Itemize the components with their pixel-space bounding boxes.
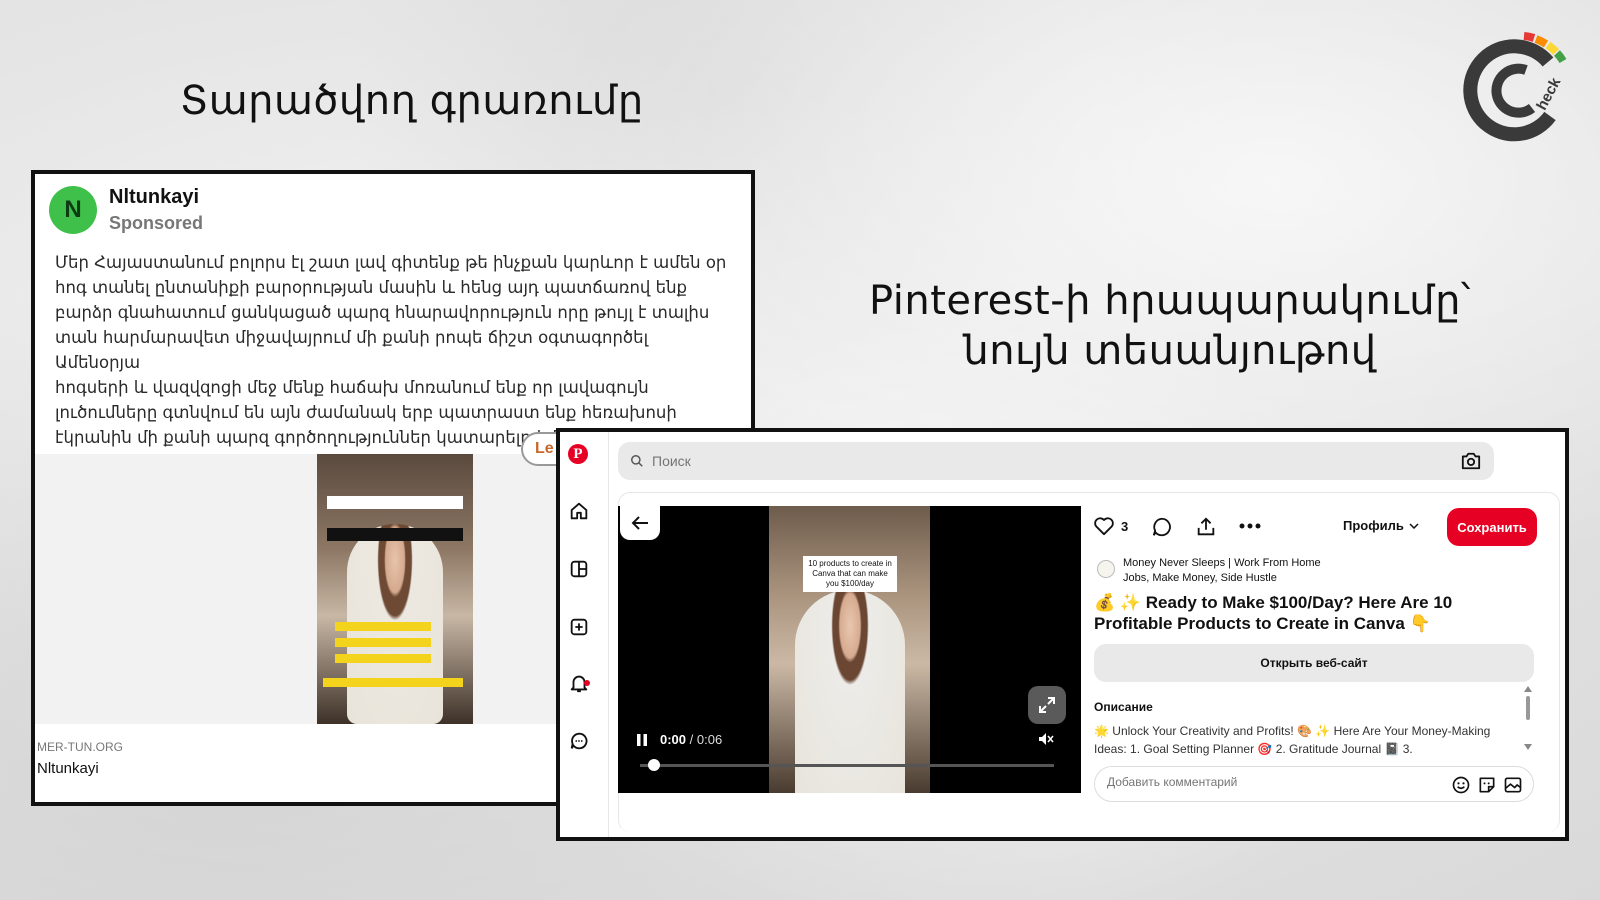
more-options-icon[interactable] <box>1239 522 1261 530</box>
svg-text:heck: heck <box>1533 74 1564 113</box>
video-time: 0:00 / 0:06 <box>660 732 722 747</box>
video-scrubber-handle[interactable] <box>648 759 661 771</box>
pause-icon[interactable] <box>636 733 648 747</box>
arrow-left-icon <box>631 516 648 530</box>
pinterest-window: P 10 products to create in Canva that ca… <box>556 428 1569 841</box>
like-button[interactable]: 3 <box>1093 516 1128 536</box>
video-person-image <box>795 590 905 793</box>
fb-ad-footer-name[interactable]: Nltunkayi <box>37 760 99 777</box>
home-icon[interactable] <box>568 500 590 522</box>
author-name-line1[interactable]: Money Never Sleeps | Work From Home <box>1123 556 1383 571</box>
fb-ad-domain[interactable]: MER-TUN.ORG <box>37 740 123 754</box>
author-name-line2[interactable]: Jobs, Make Money, Side Hustle <box>1123 571 1383 586</box>
check-logo-icon: heck <box>1463 32 1567 142</box>
fb-ad-body-line: Մեր Հայաստանում բոլորս էլ շատ լավ գիտենք… <box>55 253 727 272</box>
share-icon[interactable] <box>1195 516 1217 538</box>
create-icon[interactable] <box>568 616 590 638</box>
fb-ad-video-thumbnail[interactable] <box>317 454 473 724</box>
description-text: 🌟 Unlock Your Creativity and Profits! 🎨 … <box>1094 724 1491 756</box>
search-icon <box>631 455 643 467</box>
pin-action-bar: 3 Профиль Сохранить <box>1093 508 1549 548</box>
heading-spreading-post: Տարածվող գրառումը <box>180 78 644 124</box>
notification-dot <box>584 680 590 686</box>
video-caption: 10 products to create in Canva that can … <box>803 556 897 592</box>
image-upload-icon[interactable] <box>1503 775 1523 795</box>
heading-pinterest-post: Pinterest-ի հրապարակումը՝ նույն տեսանյու… <box>850 276 1490 376</box>
like-count: 3 <box>1121 518 1129 534</box>
comment-box[interactable] <box>1094 766 1534 802</box>
fullscreen-button[interactable] <box>1028 686 1066 724</box>
fb-thumb-highlight <box>335 654 431 663</box>
fb-ad-header: N Nltunkayi Sponsored <box>49 186 203 234</box>
chevron-down-icon <box>1409 522 1419 529</box>
description-scrollbar[interactable] <box>1524 686 1532 756</box>
pin-video-frame: 10 products to create in Canva that can … <box>769 506 930 793</box>
video-progress-bar[interactable] <box>640 764 1054 767</box>
pin-author[interactable]: Money Never Sleeps | Work From Home Jobs… <box>1097 556 1383 586</box>
messages-icon[interactable] <box>568 730 590 752</box>
fb-ad-body-line: բարձր գնահատում ցանկացած պարզ հնարավորու… <box>55 303 710 322</box>
save-button[interactable]: Сохранить <box>1447 508 1537 546</box>
fb-thumb-highlight <box>335 638 431 647</box>
fb-ad-body-line: տան հարմարավետ միջավայրում մի քանի րոպե … <box>55 328 649 372</box>
profile-dropdown[interactable]: Профиль <box>1343 518 1419 533</box>
fb-thumb-highlight <box>323 678 463 687</box>
video-time-separator: / <box>686 732 697 747</box>
sponsored-label: Sponsored <box>109 213 204 233</box>
avatar[interactable]: N <box>49 186 97 234</box>
fb-thumb-highlight <box>335 622 431 631</box>
pinterest-sidebar: P <box>560 432 600 837</box>
mute-icon[interactable] <box>1038 732 1054 746</box>
explore-icon[interactable] <box>568 558 590 580</box>
heart-icon <box>1094 517 1114 536</box>
visual-search-camera-icon[interactable] <box>1460 451 1482 471</box>
fb-thumb-caption-dark <box>327 528 463 541</box>
pin-video-player[interactable]: 10 products to create in Canva that can … <box>618 506 1081 793</box>
heading-pinterest-line2: նույն տեսանյութով <box>963 328 1377 374</box>
description-label: Описание <box>1094 700 1153 714</box>
scroll-down-icon[interactable] <box>1524 744 1532 750</box>
comment-input[interactable] <box>1107 775 1407 789</box>
video-time-total: 0:06 <box>696 732 723 747</box>
fb-thumb-caption <box>327 496 463 509</box>
sidebar-divider <box>608 432 609 837</box>
profile-label: Профиль <box>1343 518 1404 533</box>
pin-title: 💰 ✨ Ready to Make $100/Day? Here Are 10 … <box>1094 593 1453 633</box>
open-website-button[interactable]: Открыть веб-сайт <box>1094 644 1534 682</box>
scrollbar-thumb[interactable] <box>1526 696 1530 720</box>
fb-ad-body-line: հոգսերի և վազվզոցի մեջ մենք հաճախ մոռանո… <box>55 378 649 397</box>
fb-ad-body-line: լուծումները գտնվում են այն ժամանակ երբ պ… <box>55 403 677 422</box>
fb-ad-body-line: հոգ տանել ընտանիքի բարօրության մասին և հ… <box>55 278 688 297</box>
heading-pinterest-line1: Pinterest-ի հրապարակումը՝ <box>869 278 1471 324</box>
search-input[interactable] <box>652 453 1432 469</box>
comment-icon[interactable] <box>1151 516 1173 538</box>
fb-page-name[interactable]: Nltunkayi <box>109 186 203 209</box>
back-button[interactable] <box>620 506 660 540</box>
scroll-up-icon[interactable] <box>1524 686 1532 692</box>
emoji-icon[interactable] <box>1451 775 1471 795</box>
pinterest-logo-icon[interactable]: P <box>568 444 588 464</box>
expand-icon <box>1039 697 1055 713</box>
video-time-current: 0:00 <box>660 732 687 747</box>
sticker-icon[interactable] <box>1477 775 1497 795</box>
author-avatar[interactable] <box>1097 560 1115 578</box>
search-bar[interactable] <box>618 442 1494 480</box>
